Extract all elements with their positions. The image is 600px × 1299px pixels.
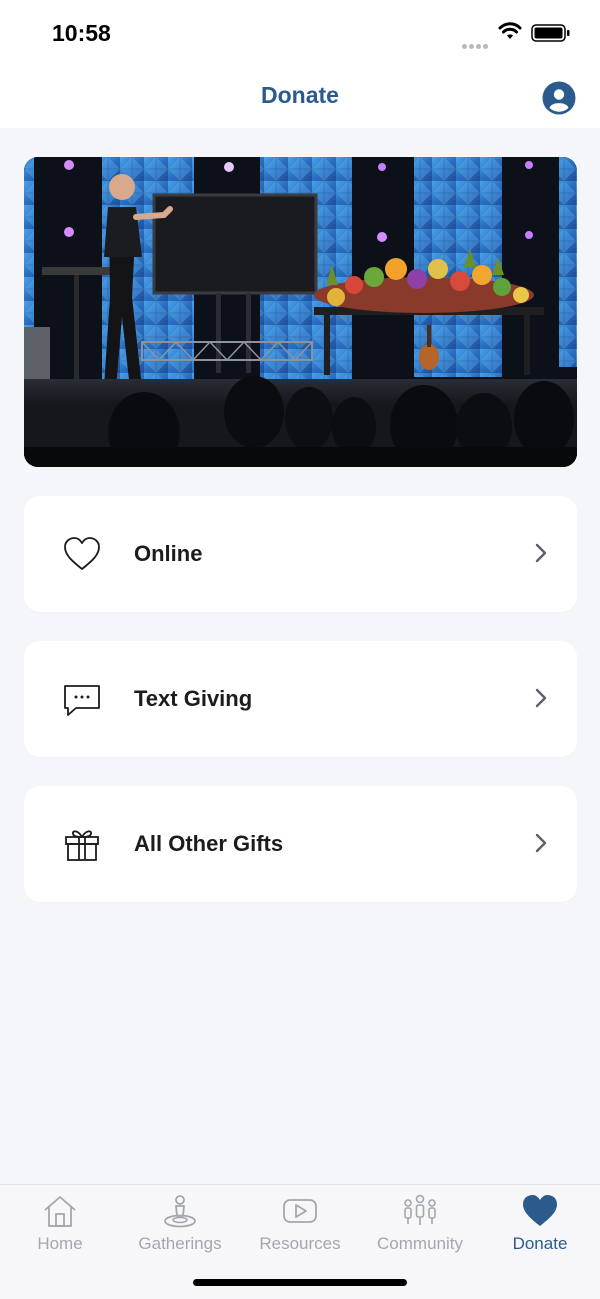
stage-photo [24, 157, 577, 467]
gift-icon [65, 830, 99, 861]
home-icon [44, 1196, 76, 1227]
heart-outline-icon [64, 537, 100, 570]
text-giving-card[interactable]: Text Giving [24, 641, 577, 757]
online-label: Online [134, 541, 203, 566]
tab-home[interactable]: Home [0, 1185, 120, 1265]
tab-donate[interactable]: Donate [480, 1185, 600, 1265]
tab-resources[interactable]: Resources [240, 1185, 360, 1265]
tab-label: Donate [512, 1234, 568, 1253]
page-title: Donate [261, 82, 339, 108]
chat-bubble-icon [64, 685, 100, 716]
profile-button[interactable] [542, 81, 576, 115]
hero-image [24, 157, 577, 467]
battery-icon [531, 24, 570, 42]
text-giving-label: Text Giving [134, 686, 253, 711]
nav-bar: Donate [0, 66, 600, 128]
heart-filled-icon [523, 1195, 557, 1226]
chevron-right-icon [535, 688, 547, 708]
play-icon [283, 1199, 317, 1223]
tab-label: Home [37, 1234, 83, 1253]
person-pin-icon [164, 1195, 196, 1228]
signal-icon [462, 36, 490, 54]
status-bar: 10:58 [0, 0, 600, 66]
home-indicator [193, 1279, 407, 1286]
tab-community[interactable]: Community [360, 1185, 480, 1265]
online-giving-card[interactable]: Online [24, 496, 577, 612]
tab-label: Community [377, 1234, 463, 1253]
tab-gatherings[interactable]: Gatherings [120, 1185, 240, 1265]
chevron-right-icon [535, 543, 547, 563]
tab-label: Gatherings [138, 1234, 222, 1253]
people-icon [404, 1194, 436, 1225]
chevron-right-icon [535, 833, 547, 853]
status-time: 10:58 [52, 20, 111, 46]
other-gifts-label: All Other Gifts [134, 831, 284, 856]
tab-label: Resources [259, 1234, 341, 1253]
wifi-icon [498, 22, 522, 39]
other-gifts-card[interactable]: All Other Gifts [24, 786, 577, 902]
